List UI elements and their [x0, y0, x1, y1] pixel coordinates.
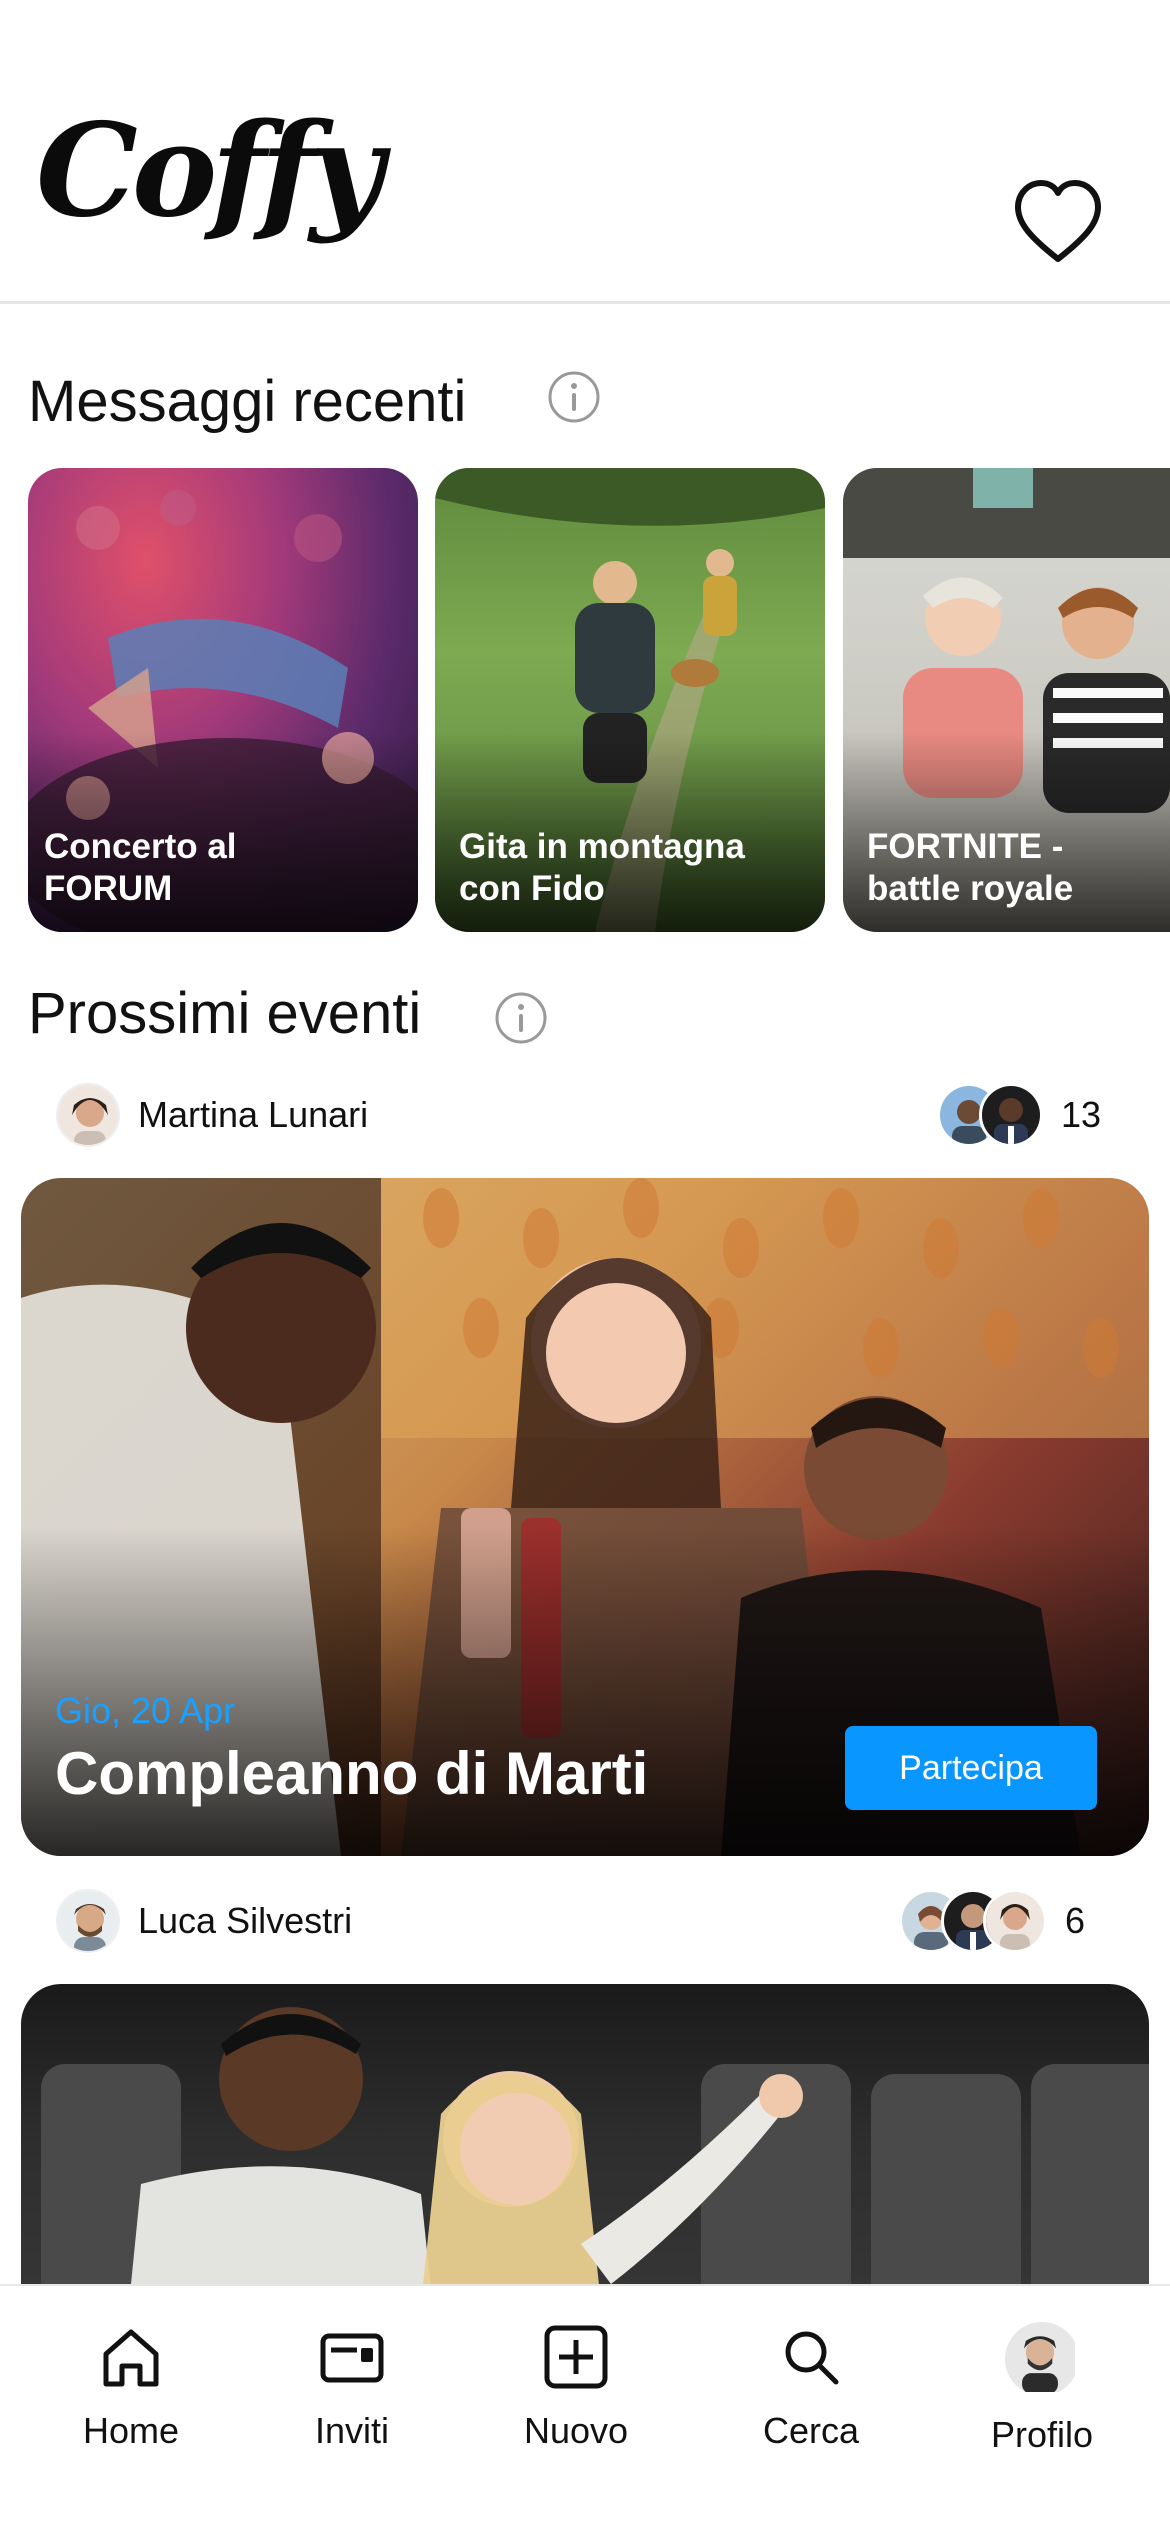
plus-square-icon	[544, 2325, 608, 2389]
recent-chat-caption: Concerto al FORUM	[44, 827, 237, 908]
avatar	[978, 1083, 1043, 1147]
tab-bar: Home Inviti Nuovo Cerca Profilo	[0, 2284, 1170, 2532]
ticket-icon	[320, 2333, 384, 2383]
tab-new[interactable]: Nuovo	[476, 2322, 676, 2472]
tab-home[interactable]: Home	[31, 2322, 231, 2472]
recent-chat-card[interactable]: Concerto al FORUM	[28, 468, 418, 932]
organizer-name: Luca Silvestri	[138, 1900, 353, 1941]
attendee-count: 13	[1060, 1094, 1101, 1135]
info-icon[interactable]	[547, 370, 601, 424]
recent-chat-caption: FORTNITE - battle royale	[867, 827, 1074, 908]
avatar	[56, 1889, 120, 1953]
tab-label: Profilo	[990, 2414, 1094, 2455]
avatar	[1005, 2322, 1079, 2396]
attendees[interactable]: 6	[898, 1888, 1085, 1954]
recent-chat-card[interactable]: FORTNITE - battle royale	[843, 468, 1170, 932]
coffy-logo: Coffy	[36, 96, 384, 246]
join-button[interactable]: Partecipa	[845, 1726, 1097, 1810]
tab-profile[interactable]: Profilo	[942, 2322, 1142, 2472]
tab-label: Inviti	[314, 2410, 390, 2451]
attendee-count: 6	[1064, 1900, 1085, 1941]
info-icon[interactable]	[494, 991, 548, 1045]
recent-chat-caption: Gita in montagna con Fido	[459, 827, 745, 908]
app-header: Coffy	[0, 0, 1170, 304]
avatar	[56, 1083, 120, 1147]
tab-invites[interactable]: Inviti	[252, 2322, 452, 2472]
recent-chat-card[interactable]: Gita in montagna con Fido	[435, 468, 825, 932]
event-title: Compleanno di Marti	[55, 1740, 649, 1807]
event-organizer[interactable]: Luca Silvestri	[56, 1888, 352, 1954]
search-icon	[785, 2331, 839, 2385]
organizer-name: Martina Lunari	[138, 1094, 369, 1135]
event-date: Gio, 20 Apr	[55, 1690, 236, 1731]
tab-label: Home	[82, 2410, 180, 2451]
heart-icon[interactable]	[1010, 175, 1106, 271]
recent-messages-title: Messaggi recenti	[28, 369, 467, 434]
tab-label: Cerca	[762, 2410, 860, 2451]
event-organizer[interactable]: Martina Lunari	[56, 1082, 368, 1148]
attendees[interactable]: 13	[936, 1082, 1101, 1148]
home-icon	[103, 2329, 159, 2387]
tab-search[interactable]: Cerca	[711, 2322, 911, 2472]
event-card[interactable]: Gio, 20 Apr Compleanno di Marti Partecip…	[21, 1178, 1149, 1856]
tab-label: Nuovo	[523, 2410, 629, 2451]
upcoming-events-title: Prossimi eventi	[28, 981, 422, 1046]
avatar	[982, 1889, 1047, 1953]
